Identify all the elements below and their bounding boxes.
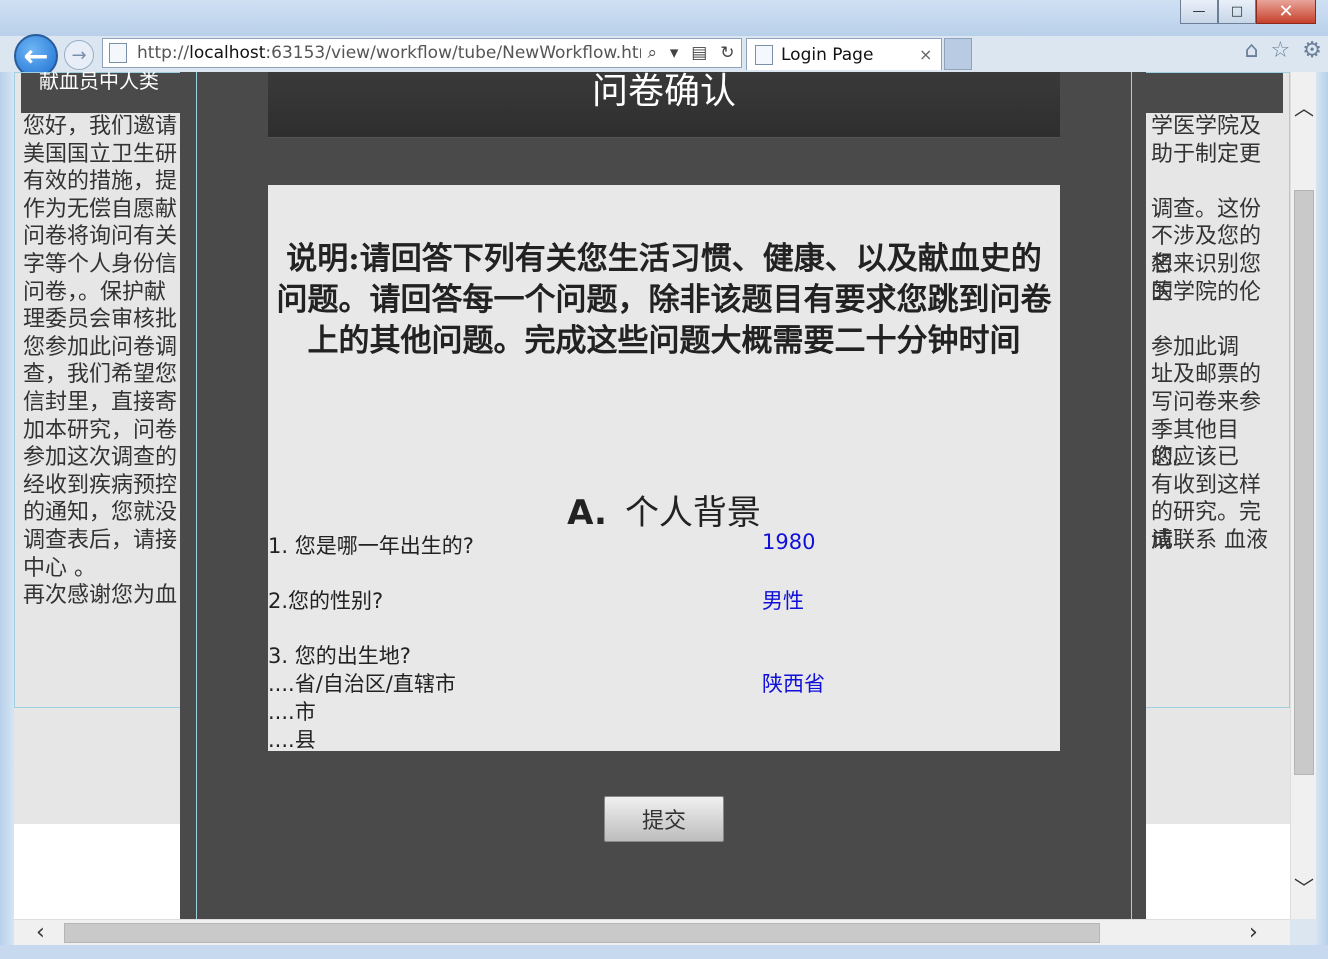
scroll-up-icon[interactable]: ︿ xyxy=(1294,92,1314,121)
back-arrow-icon: ← xyxy=(23,38,49,74)
background-text-left: 中心 。 xyxy=(23,555,96,581)
navigation-bar: ← → http://localhost:63153/view/workflow… xyxy=(0,30,1328,78)
background-text-left: 再次感谢您为血 xyxy=(23,583,178,609)
background-text-right: 有收到这样 xyxy=(1151,472,1262,498)
forward-button[interactable]: → xyxy=(64,40,94,70)
question-1-answer: 1980 xyxy=(762,530,816,554)
province-label: ....省/自治区/直辖市 xyxy=(268,672,456,696)
background-text-left: 您参加此问卷调 xyxy=(23,334,178,360)
home-icon[interactable]: ⌂ xyxy=(1245,38,1259,63)
close-window-button[interactable]: ✕ xyxy=(1256,0,1316,24)
address-bar[interactable]: http://localhost:63153/view/workflow/tub… xyxy=(102,38,742,68)
section-title: A. 个人背景 xyxy=(268,485,1060,534)
background-text-right: 址及邮票的 xyxy=(1151,362,1262,388)
background-text-left: 作为无偿自愿献 xyxy=(23,196,178,222)
question-2-label: 2.您的性别? xyxy=(268,589,384,613)
maximize-icon: □ xyxy=(1230,4,1244,19)
background-text-left: 美国国立卫生研 xyxy=(23,141,178,167)
background-text-left: 有效的措施，提 xyxy=(23,169,178,195)
city-label: ....市 xyxy=(268,700,316,724)
scroll-left-icon[interactable]: ‹ xyxy=(36,920,45,945)
window-controls: — □ ✕ xyxy=(1180,0,1316,24)
gear-icon[interactable]: ⚙ xyxy=(1302,38,1322,63)
new-tab-button[interactable] xyxy=(944,38,972,70)
refresh-icon[interactable]: ↻ xyxy=(720,43,734,63)
modal-title: 问卷确认 xyxy=(268,72,1060,138)
questionnaire-confirm-modal: 问卷确认 说明:请回答下列有关您生活习惯、健康、以及献血史的问题。请回答每一个问… xyxy=(180,72,1146,919)
background-text-right: 医学院的伦 xyxy=(1151,279,1262,305)
scroll-down-icon[interactable]: ﹀ xyxy=(1294,872,1314,901)
horizontal-scroll-thumb[interactable] xyxy=(64,923,1100,943)
question-3-label: 3. 您的出生地? xyxy=(268,644,411,668)
minimize-button[interactable]: — xyxy=(1180,0,1218,24)
vertical-scroll-thumb[interactable] xyxy=(1294,190,1314,775)
background-text-left: 问卷将询问有关 xyxy=(23,224,178,250)
background-text-left: 问卷，。保护献 xyxy=(23,279,167,305)
window-frame-right xyxy=(1316,72,1328,959)
dropdown-icon[interactable]: ▾ xyxy=(670,43,679,63)
background-text-right: 助于制定更 xyxy=(1151,141,1262,167)
address-tools: ⌕ ▾ ▤ ↻ xyxy=(641,43,741,63)
search-icon[interactable]: ⌕ xyxy=(647,43,657,63)
url-prefix: http:// xyxy=(137,43,190,63)
province-answer: 陕西省 xyxy=(762,672,825,696)
compat-view-icon[interactable]: ▤ xyxy=(691,43,707,63)
background-text-right: 您应该已 xyxy=(1151,445,1240,471)
background-text-left: 调查表后，请接 xyxy=(23,527,178,553)
tab-title: Login Page xyxy=(781,44,874,65)
background-text-left: 字等个人身份信 xyxy=(23,251,178,277)
question-2-answer: 男性 xyxy=(762,589,804,613)
background-text-right: 请联系 血液 xyxy=(1151,527,1268,553)
background-text-right: 调查。这份 xyxy=(1151,196,1262,222)
section-name: 个人背景 xyxy=(624,493,761,533)
window-frame-bottom xyxy=(0,945,1328,959)
horizontal-scrollbar[interactable]: ‹ › xyxy=(14,919,1290,945)
background-text-left: 理委员会审核批 xyxy=(23,307,178,333)
background-text-left: 经收到疾病预控 xyxy=(23,472,178,498)
browser-tools: ⌂ ☆ ⚙ xyxy=(1245,38,1322,63)
instructions-text: 说明:请回答下列有关您生活习惯、健康、以及献血史的问题。请回答每一个问题，除非该… xyxy=(276,241,1052,359)
background-text-left: 信封里，直接寄 xyxy=(23,389,178,415)
background-text-left: 查，我们希望您 xyxy=(23,362,178,388)
submit-button[interactable]: 提交 xyxy=(604,796,724,842)
close-icon: ✕ xyxy=(1278,1,1294,22)
window-frame-left xyxy=(0,72,14,959)
vertical-scrollbar[interactable]: ︿ ﹀ xyxy=(1290,72,1316,919)
background-text-left: 您好，我们邀请 xyxy=(23,114,178,139)
maximize-button[interactable]: □ xyxy=(1218,0,1256,24)
url-path: :63153/view/workflow/tube/NewWorkflow.ht… xyxy=(265,43,641,63)
section-letter: A. xyxy=(567,493,607,533)
background-text-left: 加本研究，问卷 xyxy=(23,417,178,443)
tab-login-page[interactable]: Login Page × xyxy=(746,38,942,70)
background-text-right: 参加此调 xyxy=(1151,334,1240,360)
forward-arrow-icon: → xyxy=(71,44,87,66)
minimize-icon: — xyxy=(1192,4,1206,19)
tab-close-icon[interactable]: × xyxy=(919,45,941,64)
url-text[interactable]: http://localhost:63153/view/workflow/tub… xyxy=(137,43,641,63)
page-icon xyxy=(109,43,127,63)
background-text-right: 写问卷来参 xyxy=(1151,389,1262,415)
scroll-right-icon[interactable]: › xyxy=(1249,920,1258,945)
question-1-label: 1. 您是哪一年出生的? xyxy=(268,534,474,558)
tab-page-icon xyxy=(755,44,773,65)
background-text-left: 参加这次调查的 xyxy=(23,445,178,471)
favorites-star-icon[interactable]: ☆ xyxy=(1271,38,1291,63)
background-text-left: 的通知，您就没 xyxy=(23,500,178,526)
background-text-right: 学医学院及 xyxy=(1151,114,1262,139)
county-label: ....县 xyxy=(268,728,316,751)
url-host: localhost xyxy=(189,43,266,63)
modal-content: 说明:请回答下列有关您生活习惯、健康、以及献血史的问题。请回答每一个问题，除非该… xyxy=(268,185,1060,751)
